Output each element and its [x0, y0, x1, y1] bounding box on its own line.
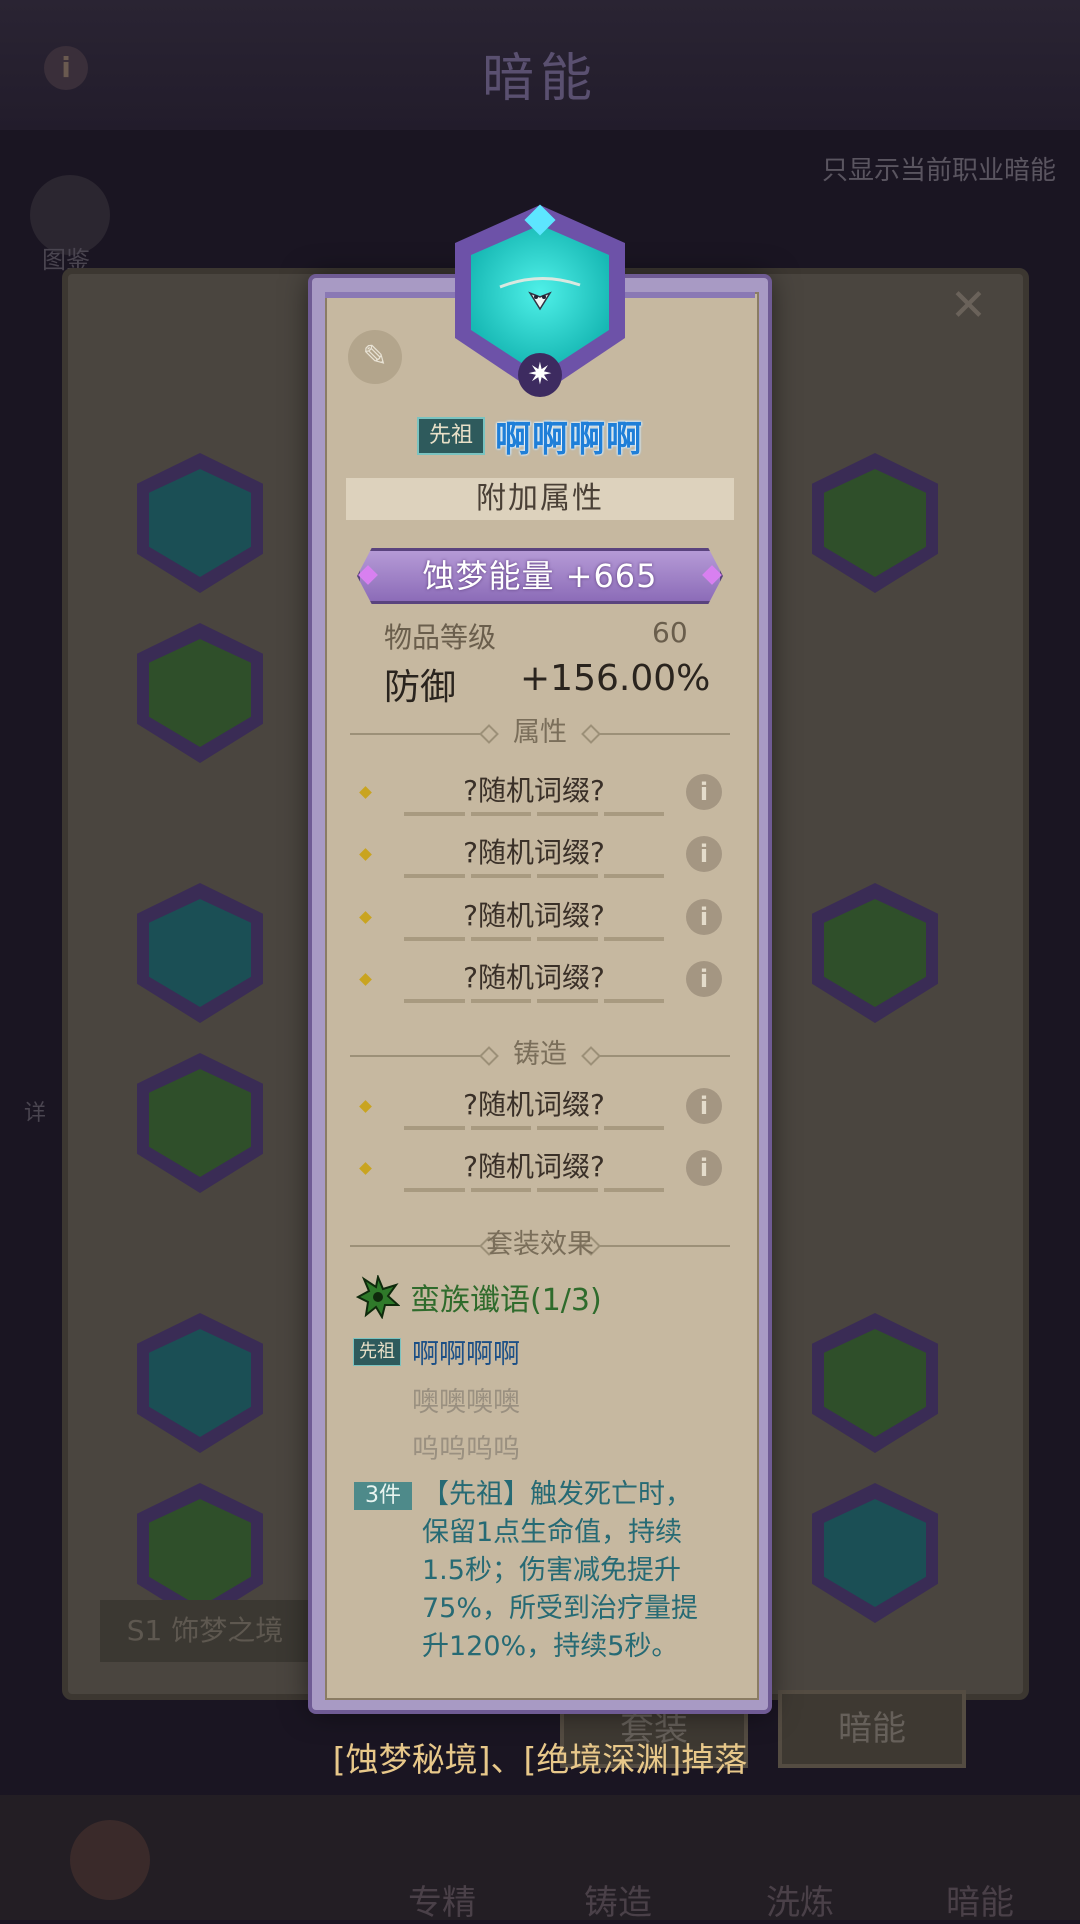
bullet-icon [359, 1162, 372, 1175]
star-icon: ✷ [518, 353, 562, 397]
bullet-icon [359, 911, 372, 924]
set-section-header: 套装效果 [350, 1228, 730, 1262]
bullet-icon [359, 1100, 372, 1113]
item-slot[interactable] [125, 615, 275, 765]
back-arrow-icon[interactable] [70, 1820, 150, 1900]
bullet-icon [359, 973, 372, 986]
screen-title: 暗能 [481, 49, 598, 109]
nav-forge[interactable]: 铸造 [584, 1875, 652, 1924]
scroll-icon[interactable]: ✎ [348, 330, 402, 384]
item-name: 啊啊啊啊 [495, 419, 644, 460]
close-icon[interactable]: ✕ [950, 280, 987, 331]
info-icon[interactable]: i [686, 836, 722, 872]
nav-specialization[interactable]: 专精 [408, 1875, 476, 1924]
item-level-label: 物品等级 [384, 621, 497, 654]
forge-affix: ?随机词缀? i [352, 1084, 732, 1134]
set-name: 蛮族谶语(1/3) [410, 1283, 602, 1318]
detail-label: 详 [24, 1101, 47, 1126]
item-slot[interactable] [800, 875, 950, 1025]
set-piece: 呜呜呜呜 [412, 1434, 520, 1465]
item-level-value: 60 [652, 616, 688, 649]
bullet-icon [359, 786, 372, 799]
set-bonus-count: 3件 [354, 1482, 412, 1510]
bottom-nav-bar [0, 1795, 1080, 1920]
nav-dark-energy[interactable]: 暗能 [946, 1875, 1014, 1924]
set-piece: 啊啊啊啊 [412, 1339, 520, 1370]
set-emblem-icon [356, 1275, 400, 1319]
forge-affix: ?随机词缀? i [352, 1146, 732, 1196]
item-slot[interactable] [125, 1305, 275, 1455]
info-icon[interactable]: i [44, 46, 88, 90]
necklace-icon [499, 277, 581, 311]
energy-banner: 蚀梦能量 +665 [345, 548, 735, 604]
quality-tag: 先祖 [417, 417, 485, 455]
forge-section-header: 铸造 [350, 1038, 730, 1072]
attribute-affix: ?随机词缀? i [352, 832, 732, 882]
set-bonus-description: 【先祖】触发死亡时， 保留1点生命值，持续 1.5秒；伤害减免提升 75%，所受… [422, 1479, 699, 1662]
attributes-section-header: 属性 [350, 716, 730, 750]
set-piece-quality-tag: 先祖 [353, 1338, 401, 1366]
info-icon[interactable]: i [686, 899, 722, 935]
set-piece: 噢噢噢噢 [412, 1387, 520, 1418]
energy-value: 蚀梦能量 +665 [422, 557, 658, 595]
item-slot[interactable] [800, 1305, 950, 1455]
season-selector[interactable]: S1 饰梦之境 [100, 1600, 310, 1662]
info-icon[interactable]: i [686, 1088, 722, 1124]
item-emblem: ✷ [455, 204, 625, 405]
item-slot[interactable] [125, 1045, 275, 1195]
item-slot[interactable] [800, 445, 950, 595]
info-icon[interactable]: i [686, 961, 722, 997]
info-icon[interactable]: i [686, 1150, 722, 1186]
item-slot[interactable] [125, 445, 275, 595]
extra-attributes-header: 附加属性 [346, 478, 734, 520]
defense-label: 防御 [384, 667, 457, 708]
attribute-affix: ?随机词缀? i [352, 957, 732, 1007]
attribute-affix: ?随机词缀? i [352, 895, 732, 945]
item-slot[interactable] [800, 1475, 950, 1625]
defense-value: +156.00% [520, 658, 711, 699]
nav-reforge[interactable]: 洗炼 [766, 1875, 834, 1924]
attribute-affix: ?随机词缀? i [352, 770, 732, 820]
class-filter-toggle[interactable]: 只显示当前职业暗能 [822, 150, 1056, 187]
item-slot[interactable] [125, 875, 275, 1025]
bullet-icon [359, 848, 372, 861]
info-icon[interactable]: i [686, 774, 722, 810]
drop-source-text: [蚀梦秘境]、[绝境深渊]掉落 [332, 1740, 748, 1779]
